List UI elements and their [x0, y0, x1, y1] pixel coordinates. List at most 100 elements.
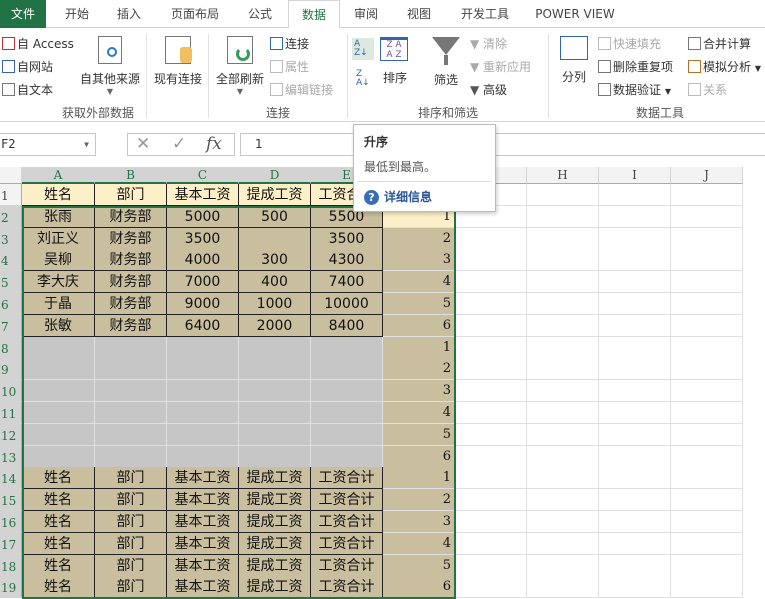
- cell[interactable]: 5000: [167, 205, 239, 228]
- cell[interactable]: [527, 184, 599, 206]
- cell[interactable]: [671, 358, 743, 381]
- cell[interactable]: 400: [239, 271, 311, 294]
- cell[interactable]: [599, 511, 671, 533]
- cell[interactable]: [527, 532, 599, 555]
- cell[interactable]: 提成工资: [239, 489, 311, 512]
- from-text-button[interactable]: 自文本: [2, 81, 53, 98]
- cell[interactable]: 财务部: [95, 314, 167, 337]
- cell[interactable]: 2000: [239, 314, 311, 337]
- cell[interactable]: 3: [383, 511, 455, 533]
- column-header-j[interactable]: J: [671, 167, 743, 184]
- insert-function-icon[interactable]: fx: [206, 134, 222, 155]
- row-header[interactable]: 3: [0, 227, 22, 250]
- cell[interactable]: [239, 380, 311, 403]
- cell[interactable]: 3: [383, 249, 455, 272]
- column-header-h[interactable]: H: [527, 167, 599, 184]
- cell[interactable]: [599, 445, 671, 468]
- cell[interactable]: 张雨: [22, 205, 95, 228]
- cell[interactable]: 6400: [167, 314, 239, 337]
- row-header[interactable]: 2: [0, 205, 22, 228]
- column-header-a[interactable]: A: [22, 167, 95, 184]
- cell[interactable]: 基本工资: [167, 576, 239, 599]
- cell[interactable]: 财务部: [95, 227, 167, 250]
- properties-button[interactable]: 属性: [270, 58, 309, 75]
- cell[interactable]: 4: [383, 532, 455, 555]
- cell[interactable]: 姓名: [22, 576, 95, 599]
- cell[interactable]: 基本工资: [167, 489, 239, 512]
- tooltip-more-info-link[interactable]: ? 详细信息: [364, 188, 432, 205]
- cell[interactable]: 2: [383, 489, 455, 512]
- cell[interactable]: [167, 358, 239, 381]
- cell[interactable]: 姓名: [22, 511, 95, 533]
- refresh-all-button[interactable]: 全部刷新 ▼: [214, 36, 266, 96]
- column-header-b[interactable]: B: [95, 167, 167, 184]
- cell[interactable]: 部门: [95, 511, 167, 533]
- cell[interactable]: [527, 293, 599, 315]
- cell[interactable]: 500: [239, 205, 311, 228]
- row-header[interactable]: 12: [0, 423, 22, 446]
- existing-connections-button[interactable]: 现有连接: [152, 36, 204, 87]
- row-header[interactable]: 13: [0, 445, 22, 468]
- cell[interactable]: [455, 314, 527, 337]
- row-header[interactable]: 4: [0, 249, 22, 272]
- cell[interactable]: 1: [383, 336, 455, 359]
- cell[interactable]: 工资合计: [311, 532, 383, 555]
- cell[interactable]: [167, 402, 239, 424]
- tab-review[interactable]: 审阅: [344, 0, 388, 28]
- cell[interactable]: 4: [383, 271, 455, 294]
- edit-links-button[interactable]: 编辑链接: [270, 81, 333, 98]
- cell[interactable]: [599, 314, 671, 337]
- tab-power-view[interactable]: POWER VIEW: [530, 0, 620, 28]
- cell[interactable]: 6: [383, 445, 455, 468]
- cell[interactable]: 10000: [311, 293, 383, 315]
- row-header[interactable]: 17: [0, 532, 22, 555]
- row-header[interactable]: 9: [0, 358, 22, 381]
- cell[interactable]: 300: [239, 249, 311, 272]
- cell[interactable]: [22, 402, 95, 424]
- cell[interactable]: [167, 336, 239, 359]
- cell[interactable]: [527, 489, 599, 512]
- cell[interactable]: [527, 511, 599, 533]
- cell[interactable]: 工资合计: [311, 511, 383, 533]
- filter-button[interactable]: 筛选: [430, 37, 462, 88]
- cell[interactable]: [671, 336, 743, 359]
- cell[interactable]: [311, 423, 383, 446]
- cell[interactable]: [239, 445, 311, 468]
- cell[interactable]: 部门: [95, 467, 167, 490]
- cell[interactable]: [455, 249, 527, 272]
- column-header-d[interactable]: D: [239, 167, 311, 184]
- cell[interactable]: [527, 576, 599, 599]
- cell[interactable]: 姓名: [22, 532, 95, 555]
- cell[interactable]: 基本工资: [167, 511, 239, 533]
- cell[interactable]: [311, 380, 383, 403]
- cell[interactable]: 2: [383, 358, 455, 381]
- cell[interactable]: [527, 358, 599, 381]
- cell[interactable]: [527, 445, 599, 468]
- cell[interactable]: [599, 205, 671, 228]
- clear-filter-button[interactable]: ▼ 清除: [470, 35, 507, 52]
- sort-button[interactable]: Z AA Z 排序: [380, 37, 410, 86]
- cell[interactable]: [455, 358, 527, 381]
- cell[interactable]: [671, 314, 743, 337]
- cell[interactable]: 1000: [239, 293, 311, 315]
- cell[interactable]: [455, 227, 527, 250]
- select-all-corner[interactable]: [0, 167, 22, 184]
- reapply-button[interactable]: ▼ 重新应用: [470, 58, 531, 75]
- cell[interactable]: 4300: [311, 249, 383, 272]
- cell[interactable]: 3500: [167, 227, 239, 250]
- cell[interactable]: 刘正义: [22, 227, 95, 250]
- flash-fill-button[interactable]: 快速填充: [598, 35, 661, 52]
- advanced-filter-button[interactable]: ▼ 高级: [470, 81, 507, 98]
- what-if-analysis-button[interactable]: 模拟分析 ▼: [688, 58, 761, 75]
- cell[interactable]: [455, 532, 527, 555]
- cell[interactable]: [167, 380, 239, 403]
- cell[interactable]: [95, 380, 167, 403]
- cell[interactable]: [311, 358, 383, 381]
- cell[interactable]: [167, 423, 239, 446]
- row-header[interactable]: 16: [0, 511, 22, 533]
- cell[interactable]: [527, 271, 599, 294]
- cell[interactable]: [22, 445, 95, 468]
- cell[interactable]: [455, 293, 527, 315]
- cell[interactable]: 5: [383, 423, 455, 446]
- cell[interactable]: 5: [383, 293, 455, 315]
